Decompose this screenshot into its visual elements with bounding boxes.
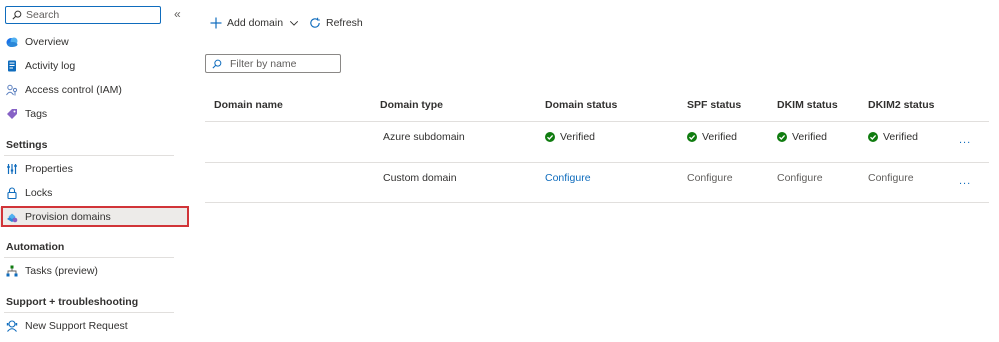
sidebar-item-properties[interactable]: Properties xyxy=(0,159,188,179)
section-header-automation: Automation xyxy=(6,241,65,253)
sidebar-item-label: Overview xyxy=(25,36,69,48)
configure-dkim2-text: Configure xyxy=(868,172,914,184)
add-domain-label: Add domain xyxy=(227,17,284,29)
check-circle-icon xyxy=(868,132,878,142)
cell-domain-type: Custom domain xyxy=(383,172,457,184)
chevron-down-icon xyxy=(289,21,299,26)
configure-spf-text: Configure xyxy=(687,172,733,184)
status-text: Verified xyxy=(883,131,919,143)
sidebar-item-label: Tasks (preview) xyxy=(25,265,98,277)
sidebar-item-label: Tags xyxy=(25,108,48,120)
refresh-icon xyxy=(310,17,320,28)
sidebar-item-label: Properties xyxy=(25,163,73,175)
divider xyxy=(4,312,174,313)
configure-dkim-text: Configure xyxy=(777,172,823,184)
status-text: Verified xyxy=(792,131,828,143)
sidebar-item-label: Locks xyxy=(25,187,53,199)
search-input[interactable] xyxy=(26,8,156,22)
overview-icon xyxy=(6,36,18,48)
collapse-sidebar-icon[interactable]: « xyxy=(174,8,181,20)
configure-domain-link[interactable]: Configure xyxy=(545,172,591,184)
more-actions-button[interactable]: ... xyxy=(959,134,971,146)
status-text: Verified xyxy=(702,131,738,143)
activity-log-icon xyxy=(6,60,18,72)
sidebar-item-new-support-request[interactable]: New Support Request xyxy=(0,316,188,336)
lock-icon xyxy=(6,187,18,199)
sidebar-item-label: Access control (IAM) xyxy=(25,84,122,96)
status-text: Verified xyxy=(560,131,596,143)
refresh-label: Refresh xyxy=(326,17,363,29)
sidebar: « Overview Activity log Access control (… xyxy=(0,0,192,342)
cell-domain-status: Verified xyxy=(545,131,595,143)
check-circle-icon xyxy=(687,132,697,142)
plus-icon xyxy=(210,17,222,29)
properties-icon xyxy=(6,163,18,175)
section-header-settings: Settings xyxy=(6,139,48,151)
check-circle-icon xyxy=(777,132,787,142)
column-header-domain-type[interactable]: Domain type xyxy=(380,99,443,111)
sidebar-item-label: Activity log xyxy=(25,60,76,72)
row-divider xyxy=(205,202,989,203)
sidebar-item-overview[interactable]: Overview xyxy=(0,32,188,52)
divider xyxy=(4,155,174,156)
column-header-dkim2-status[interactable]: DKIM2 status xyxy=(868,99,935,111)
search-icon xyxy=(212,59,222,69)
row-divider xyxy=(205,121,989,122)
add-domain-button[interactable]: Add domain xyxy=(210,14,299,32)
tasks-icon xyxy=(6,265,18,277)
sidebar-item-activity-log[interactable]: Activity log xyxy=(0,56,188,76)
tag-icon xyxy=(6,108,18,120)
search-icon xyxy=(12,10,22,20)
support-icon xyxy=(6,320,18,332)
cell-domain-type: Azure subdomain xyxy=(383,131,465,143)
sidebar-item-tags[interactable]: Tags xyxy=(0,104,188,124)
column-header-domain-status[interactable]: Domain status xyxy=(545,99,617,111)
filter-box[interactable] xyxy=(205,54,341,73)
more-actions-button[interactable]: ... xyxy=(959,175,971,187)
column-header-spf-status[interactable]: SPF status xyxy=(687,99,741,111)
divider xyxy=(4,257,174,258)
selection-highlight-outline xyxy=(1,206,189,227)
section-header-support: Support + troubleshooting xyxy=(6,296,139,308)
check-circle-icon xyxy=(545,132,555,142)
row-divider xyxy=(205,162,989,163)
sidebar-item-access-control[interactable]: Access control (IAM) xyxy=(0,80,188,100)
filter-input[interactable] xyxy=(230,56,340,71)
sidebar-item-tasks[interactable]: Tasks (preview) xyxy=(0,261,188,281)
sidebar-item-label: New Support Request xyxy=(25,320,128,332)
access-control-icon xyxy=(6,84,18,96)
column-header-dkim-status[interactable]: DKIM status xyxy=(777,99,838,111)
cell-dkim2-status: Verified xyxy=(868,131,918,143)
refresh-button[interactable]: Refresh xyxy=(309,14,363,32)
cell-dkim-status: Verified xyxy=(777,131,827,143)
cell-spf-status: Verified xyxy=(687,131,737,143)
search-box[interactable] xyxy=(5,6,161,24)
column-header-domain-name[interactable]: Domain name xyxy=(214,99,283,111)
sidebar-item-locks[interactable]: Locks xyxy=(0,183,188,203)
